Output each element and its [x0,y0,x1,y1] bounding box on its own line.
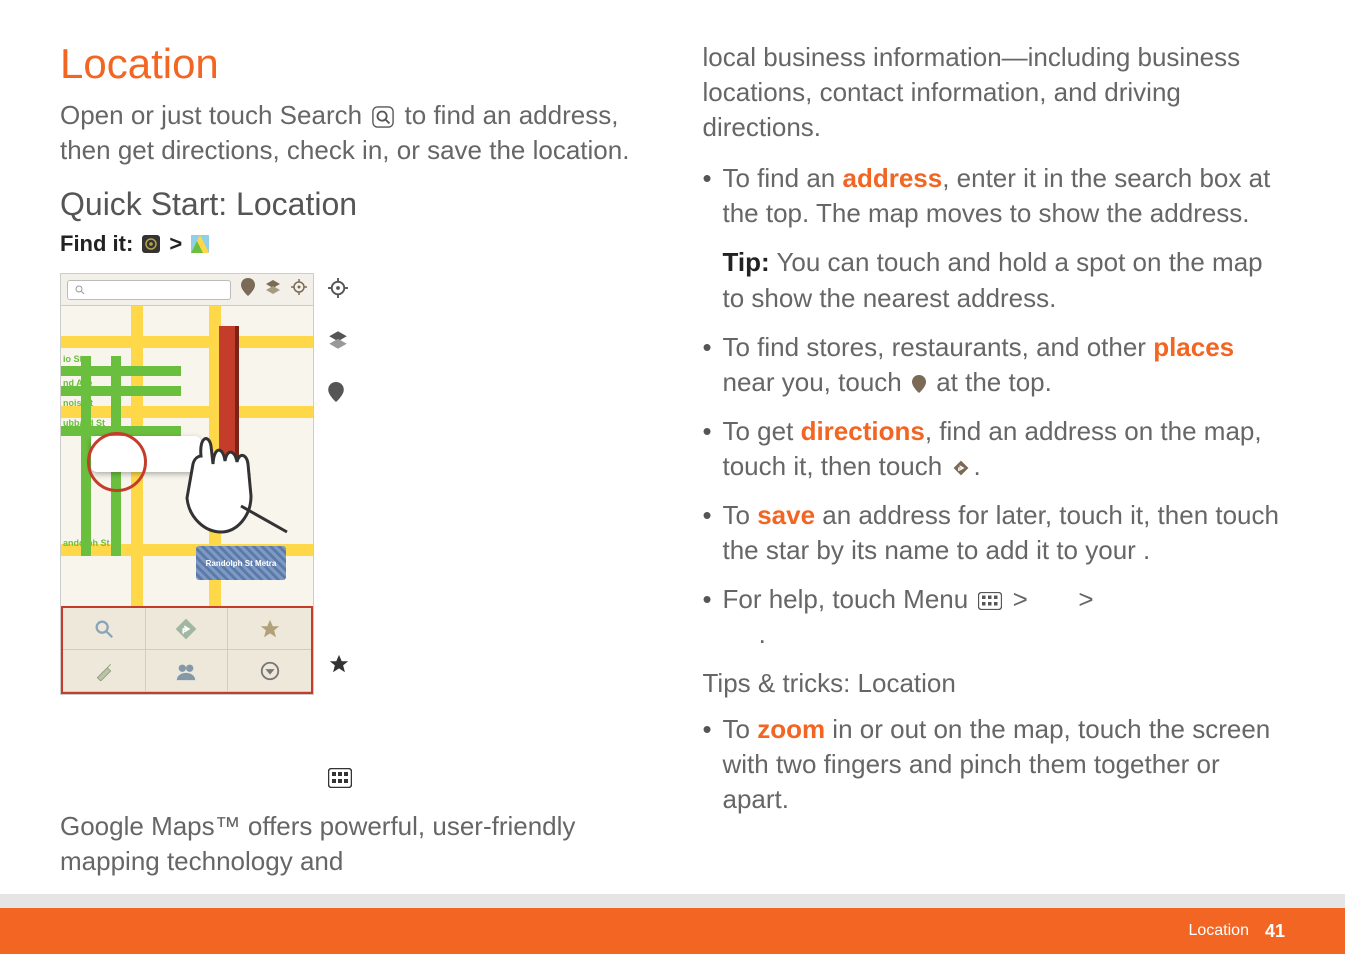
bullet-text: . [1143,535,1150,565]
bullet-em: places [1153,332,1234,362]
bullet-em: save [757,500,815,530]
right-intro: local business information—including bus… [703,40,1286,145]
map-search-field[interactable] [67,280,231,300]
street-label: nois St [63,398,93,408]
bullet-em: address [842,163,942,193]
bottom-clear-button[interactable] [63,650,146,692]
callout-menu-grid-icon [328,767,352,789]
map-bottom-toolbar [61,606,313,694]
bullet-text: near you, touch [723,367,909,397]
callout-pin-icon [328,381,352,403]
bottom-star-button[interactable] [228,608,311,650]
bullet-text: To get [723,416,801,446]
bullet-text: . [973,451,980,481]
hand-cursor-illustration [181,406,291,541]
bottom-search-button[interactable] [63,608,146,650]
find-it-sep: > [169,231,182,257]
page-title: Location [60,40,643,88]
street-label: io St [63,354,83,364]
bottom-latitude-button[interactable] [146,650,229,692]
street-label: andolph St [63,538,110,548]
bullet-em: zoom [757,714,825,744]
layers-icon[interactable] [265,279,281,300]
intro-text: Open or just touch Search to find an add… [60,98,643,168]
callout-locate-icon [328,277,352,299]
tip-block: Tip: You can touch and hold a spot on th… [703,245,1286,315]
bullet-text: To [723,500,758,530]
callout-layers-icon [328,329,352,351]
places-pin-icon [912,375,926,393]
bullet-text: To find stores, restaurants, and other [723,332,1154,362]
bullet-text: To find an [723,163,843,193]
footer-page-number: 41 [1265,921,1285,942]
locate-me-icon[interactable] [291,279,307,300]
chevron: > [1078,584,1093,614]
menu-grid-icon [978,592,1002,610]
bullet-text: at the top. [929,367,1052,397]
bottom-directions-button[interactable] [146,608,229,650]
search-icon [372,106,394,128]
bottom-dropdown-button[interactable] [228,650,311,692]
bullet-em: directions [801,416,925,446]
intro-or-touch: or just touch Search [131,100,369,130]
intro-open: Open [60,100,131,130]
bullet-text: To [723,714,758,744]
quick-start-heading: Quick Start: Location [60,186,643,223]
home-circle-icon [142,235,160,253]
footer-section-label: Location [1188,922,1249,940]
figure-callouts [328,273,352,789]
tip-label: Tip: [723,247,770,277]
places-pin-icon[interactable] [241,278,255,301]
map-toolbar [61,274,313,306]
tips-tricks-heading: Tips & tricks: Location [703,666,1286,701]
bullet-zoom: To zoom in or out on the map, touch the … [723,712,1286,817]
bullet-text: . [759,619,766,649]
street-label: ubbard St [63,418,105,428]
map-figure: io St nd Ave nois St ubbard St andolph S… [60,273,643,789]
bullet-help: For help, touch Menu > > . [723,582,1286,652]
bullet-directions: To get directions, find an address on th… [723,414,1286,484]
map-canvas[interactable]: io St nd Ave nois St ubbard St andolph S… [61,306,313,606]
street-label: nd Ave [63,378,92,388]
bullet-places: To find stores, restaurants, and other p… [723,330,1286,400]
touch-target-callout [87,432,147,492]
tip-text: You can touch and hold a spot on the map… [723,247,1263,312]
maps-app-icon [191,235,209,253]
footer-gray-band [0,894,1345,908]
find-it-row: Find it: > [60,231,643,257]
chevron: > [1013,584,1028,614]
callout-star-icon [328,653,352,675]
page-footer: Location 41 [0,908,1345,954]
find-it-label: Find it: [60,231,133,257]
map-station-block: Randolph St Metra [196,546,286,580]
google-maps-intro: Google Maps™ offers powerful, user-frien… [60,809,643,879]
bullet-text: For help, touch Menu [723,584,976,614]
bullet-address: To find an address, enter it in the sear… [723,161,1286,231]
bullet-save: To save an address for later, touch it, … [723,498,1286,568]
directions-diamond-icon [952,459,970,477]
phone-mock: io St nd Ave nois St ubbard St andolph S… [60,273,314,695]
